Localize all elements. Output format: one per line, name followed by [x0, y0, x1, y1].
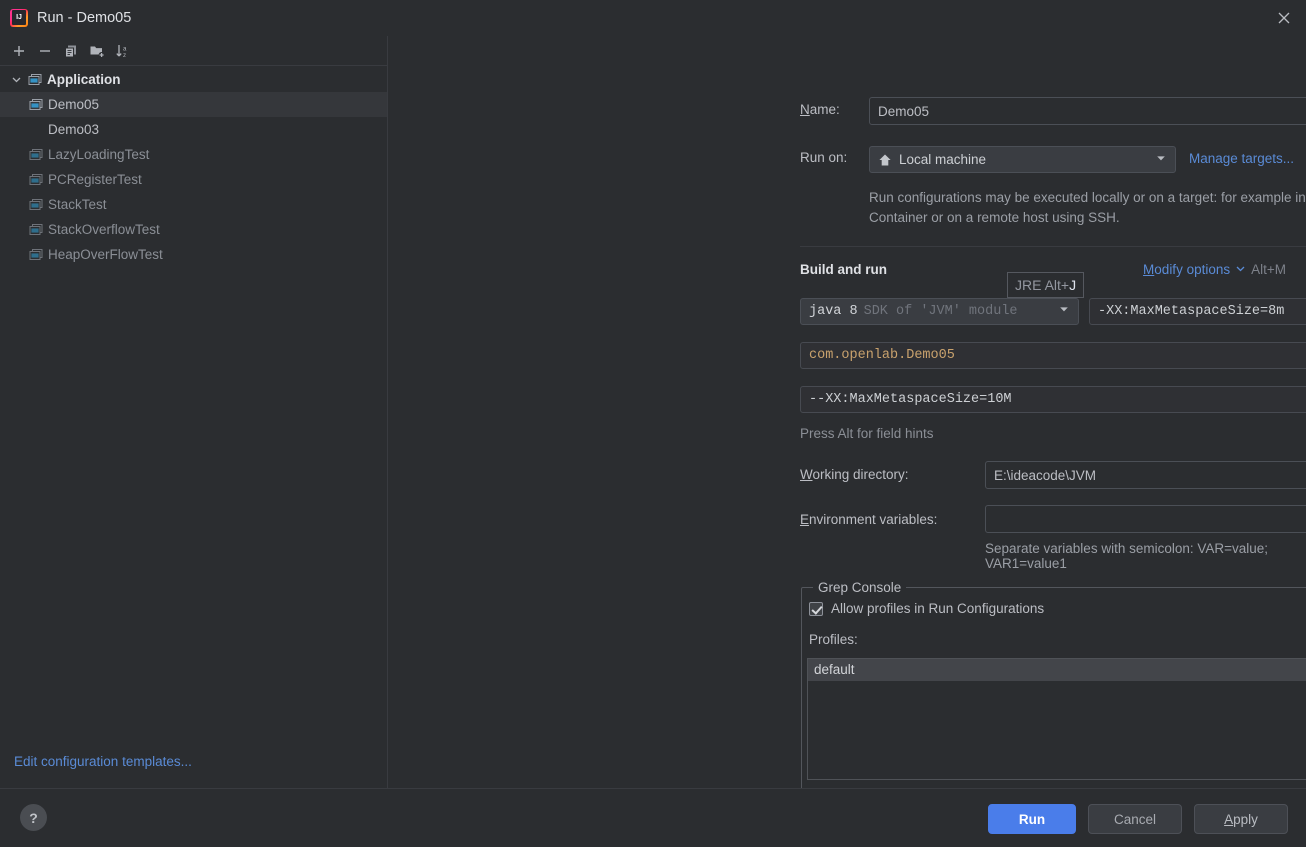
- environment-variables-input[interactable]: [985, 505, 1306, 533]
- modify-options-link[interactable]: Modify options Alt+M: [1143, 262, 1286, 277]
- name-input-value: Demo05: [878, 103, 930, 119]
- profiles-list[interactable]: default: [807, 658, 1306, 780]
- tree-group-application[interactable]: Application: [0, 67, 387, 92]
- program-arguments-value: --XX:MaxMetaspaceSize=10M: [809, 392, 1012, 407]
- sort-alphabetical-icon: a z: [116, 44, 127, 59]
- manage-targets-link[interactable]: Manage targets...: [1189, 151, 1294, 166]
- title-bar: Run - Demo05: [0, 0, 1306, 36]
- working-directory-label: Working directory:: [800, 467, 909, 482]
- new-folder-icon: [90, 46, 105, 58]
- copy-icon: [65, 45, 76, 57]
- tree-item-stacktest[interactable]: StackTest: [0, 192, 387, 217]
- hint-jre: JRE Alt+ J: [1007, 272, 1085, 298]
- run-on-description: Run configurations may be executed local…: [869, 190, 1306, 225]
- tree-label: StackOverflowTest: [48, 222, 160, 237]
- run-on-dropdown[interactable]: Local machine: [869, 146, 1176, 173]
- chevron-down-icon: [1058, 303, 1070, 320]
- window-title: Run - Demo05: [37, 10, 132, 26]
- sort-configurations-button[interactable]: a z: [110, 38, 136, 64]
- vm-options-value: -XX:MaxMetaspaceSize=8m: [1098, 304, 1285, 319]
- help-button[interactable]: ?: [20, 804, 47, 831]
- svg-text:z: z: [123, 52, 126, 59]
- configurations-sidebar: a z Application Demo05 Demo03 LazyLoadin…: [0, 36, 388, 788]
- dialog-footer: ? Run Cancel Apply: [0, 788, 1306, 847]
- sidebar-toolbar: a z: [0, 36, 387, 66]
- intellij-idea-icon: [10, 9, 28, 27]
- main-class-input[interactable]: com.openlab.Demo05: [800, 342, 1306, 369]
- hint-key: J: [1069, 277, 1077, 293]
- configuration-editor-panel: Name: Demo05 Store as project file: [389, 36, 1306, 796]
- copy-configuration-button[interactable]: [58, 38, 84, 64]
- dialog-body: a z Application Demo05 Demo03 LazyLoadin…: [0, 36, 1306, 796]
- application-icon: [28, 97, 44, 113]
- tree-label: LazyLoadingTest: [48, 147, 150, 162]
- run-on-value: Local machine: [899, 152, 987, 167]
- tree-label: StackTest: [48, 197, 107, 212]
- tree-item-demo05[interactable]: Demo05: [0, 92, 387, 117]
- tree-label: PCRegisterTest: [48, 172, 142, 187]
- run-on-label: Run on:: [800, 150, 848, 165]
- tree-label: HeapOverFlowTest: [48, 247, 163, 262]
- section-divider: [800, 246, 1306, 247]
- application-icon: [27, 72, 43, 88]
- list-item[interactable]: default: [808, 659, 1306, 681]
- name-label-row: Name:: [800, 102, 840, 117]
- configurations-tree: Application Demo05 Demo03 LazyLoadingTes…: [0, 67, 387, 267]
- edit-configuration-templates-link[interactable]: Edit configuration templates...: [14, 754, 192, 769]
- jre-subtitle: SDK of 'JVM' module: [863, 304, 1018, 319]
- tree-item-pcregistertest[interactable]: PCRegisterTest: [0, 167, 387, 192]
- environment-variables-label: Environment variables:: [800, 512, 938, 527]
- run-debug-configurations-dialog: Run - Demo05: [0, 0, 1306, 847]
- environment-variables-label-row: Environment variables:: [800, 512, 937, 527]
- tree-item-stackoverflowtest[interactable]: StackOverflowTest: [0, 217, 387, 242]
- allow-profiles-row[interactable]: Allow profiles in Run Configurations: [809, 601, 1044, 616]
- press-alt-hint: Press Alt for field hints: [800, 426, 934, 441]
- tree-item-demo03[interactable]: Demo03: [0, 117, 387, 142]
- tree-label: Demo05: [48, 97, 100, 112]
- working-directory-input[interactable]: E:\ideacode\JVM: [985, 461, 1306, 489]
- application-icon: [28, 247, 44, 263]
- allow-profiles-checkbox[interactable]: [809, 601, 823, 616]
- environment-variables-description: Separate variables with semicolon: VAR=v…: [985, 541, 1269, 571]
- name-label: Name:: [800, 102, 840, 117]
- cancel-button[interactable]: Cancel: [1088, 804, 1182, 834]
- working-directory-label-row: Working directory:: [800, 467, 909, 482]
- allow-profiles-label: Allow profiles in Run Configurations: [831, 601, 1045, 616]
- chevron-down-icon: [1155, 152, 1167, 167]
- application-icon: [28, 197, 44, 213]
- jre-value: java 8: [809, 304, 858, 319]
- apply-button[interactable]: Apply: [1194, 804, 1288, 834]
- remove-configuration-button[interactable]: [32, 38, 58, 64]
- chevron-down-icon[interactable]: [8, 72, 24, 88]
- main-class-value: com.openlab.Demo05: [809, 348, 955, 363]
- chevron-down-icon: [1235, 262, 1246, 277]
- working-directory-value: E:\ideacode\JVM: [994, 467, 1097, 483]
- tree-item-lazyloadingtest[interactable]: LazyLoadingTest: [0, 142, 387, 167]
- jre-dropdown[interactable]: java 8 SDK of 'JVM' module: [800, 298, 1079, 325]
- program-arguments-input[interactable]: --XX:MaxMetaspaceSize=10M: [800, 386, 1306, 413]
- close-icon: [1278, 12, 1289, 24]
- grep-console-legend: Grep Console: [813, 580, 907, 595]
- modify-options-shortcut: Alt+M: [1251, 262, 1286, 277]
- run-button[interactable]: Run: [988, 804, 1076, 834]
- vm-options-input[interactable]: -XX:MaxMetaspaceSize=8m: [1089, 298, 1306, 325]
- add-configuration-button[interactable]: [6, 38, 32, 64]
- plus-icon: [14, 45, 24, 56]
- tree-label: Application: [47, 72, 121, 87]
- hint-text: JRE Alt+: [1015, 277, 1070, 293]
- new-folder-button[interactable]: [84, 38, 110, 64]
- application-icon: [28, 147, 44, 163]
- name-input[interactable]: Demo05: [869, 97, 1306, 125]
- close-button[interactable]: [1261, 0, 1306, 36]
- tree-label: Demo03: [48, 122, 100, 137]
- tree-item-heapoverflowtest[interactable]: HeapOverFlowTest: [0, 242, 387, 267]
- profiles-label: Profiles:: [809, 632, 858, 647]
- application-icon: [28, 172, 44, 188]
- home-icon: [878, 153, 892, 167]
- build-and-run-title: Build and run: [800, 262, 887, 277]
- minus-icon: [40, 49, 50, 52]
- run-on-label-row: Run on:: [800, 150, 847, 165]
- application-icon: [28, 222, 44, 238]
- modify-options-label: Modify options: [1143, 262, 1231, 277]
